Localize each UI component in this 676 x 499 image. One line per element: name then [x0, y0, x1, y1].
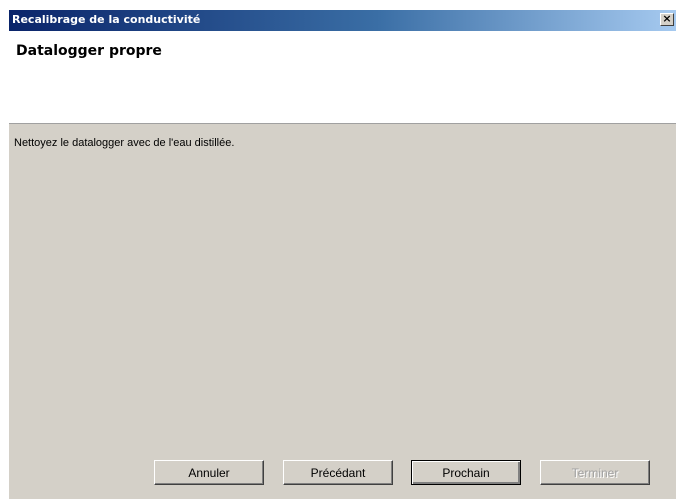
next-button[interactable]: Prochain	[411, 460, 521, 485]
wizard-dialog: Recalibrage de la conductivité × Datalog…	[8, 10, 676, 499]
finish-button: Terminer	[540, 460, 650, 485]
previous-button[interactable]: Précédant	[283, 460, 393, 485]
window-title: Recalibrage de la conductivité	[12, 13, 201, 26]
instruction-text: Nettoyez le datalogger avec de l'eau dis…	[14, 137, 235, 149]
close-icon: ×	[662, 12, 672, 25]
step-title: Datalogger propre	[16, 43, 162, 59]
cancel-button[interactable]: Annuler	[154, 460, 264, 485]
title-bar[interactable]: Recalibrage de la conductivité ×	[9, 10, 676, 31]
wizard-header: Datalogger propre	[9, 31, 676, 124]
close-button[interactable]: ×	[660, 13, 674, 26]
